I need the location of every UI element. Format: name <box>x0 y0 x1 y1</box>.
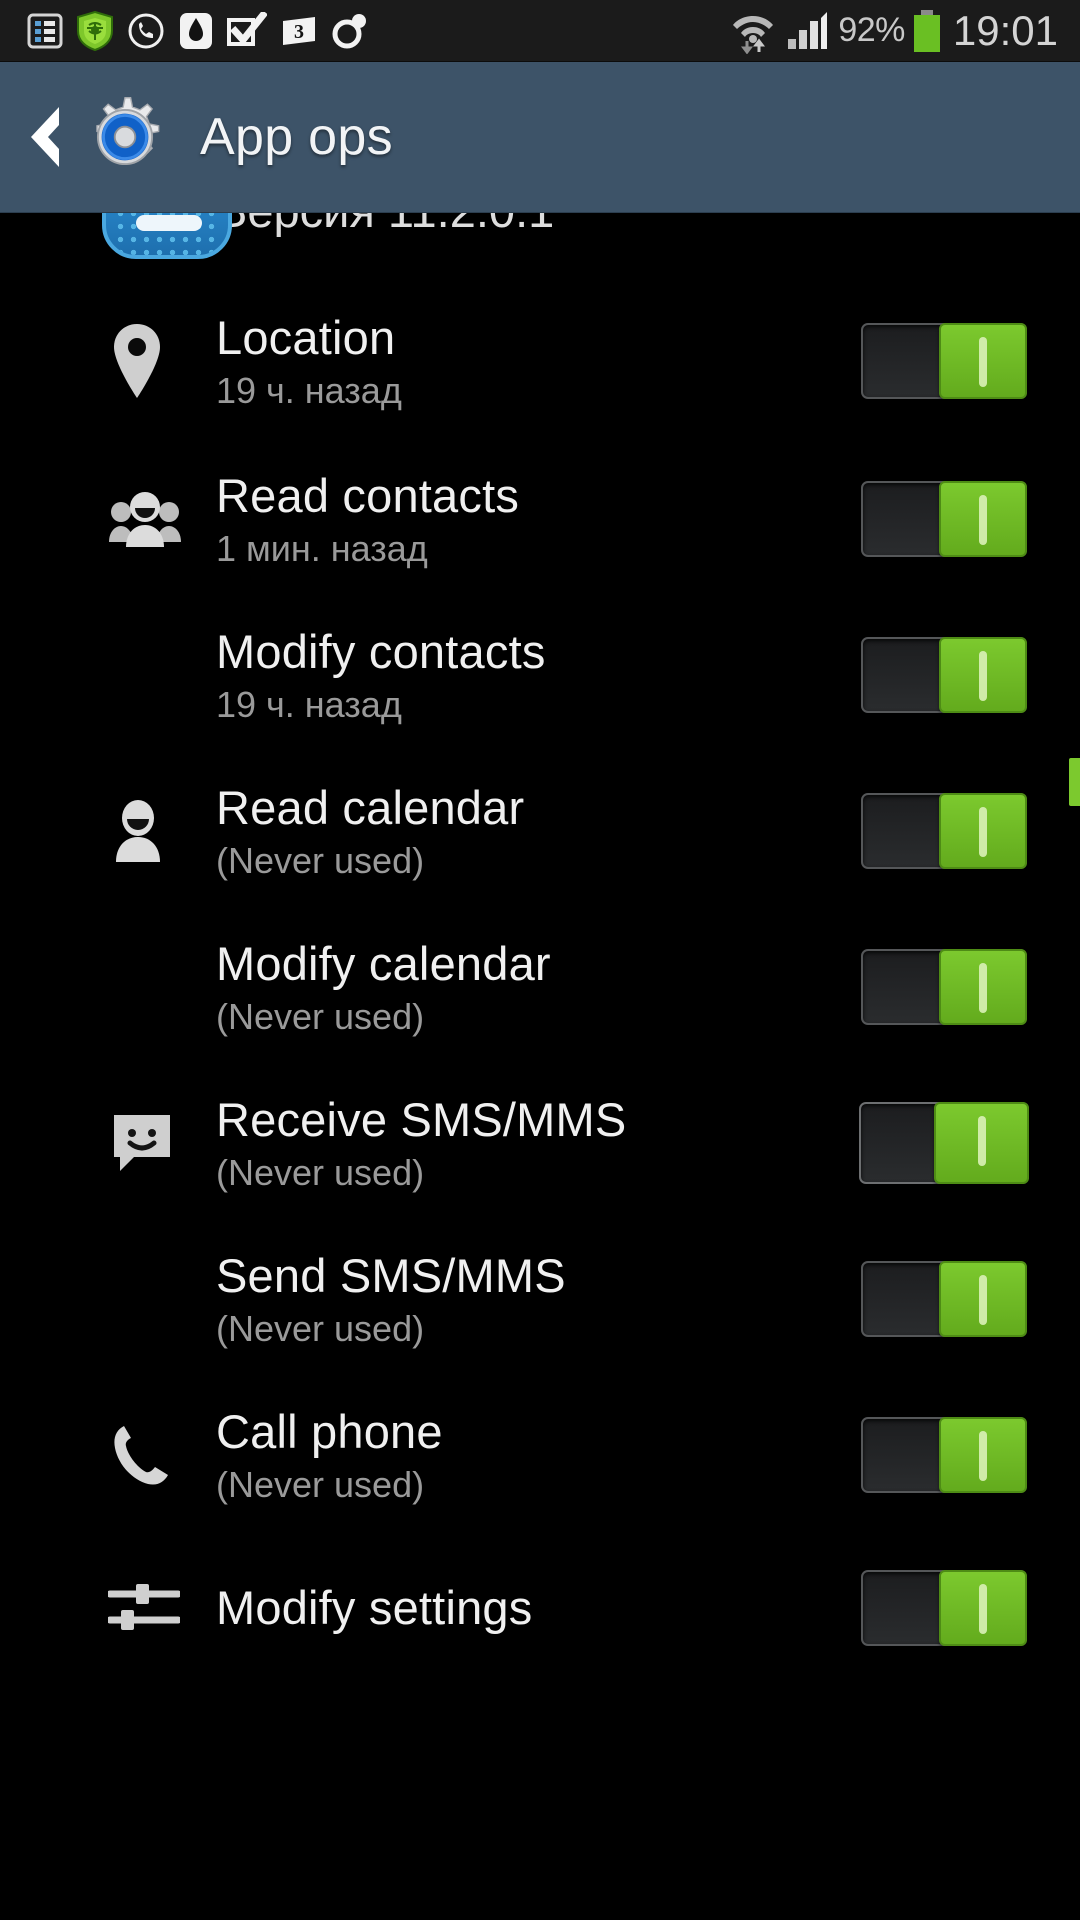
permission-title: Read calendar <box>216 780 525 834</box>
status-indicators: 92% 19:01 <box>730 7 1080 55</box>
app-version-row: Версия 11.2.0.1 <box>0 213 1080 281</box>
permission-subtitle: (Never used) <box>216 1307 425 1349</box>
permission-title: Modify settings <box>216 1580 533 1634</box>
drweb-shield-icon <box>77 10 113 51</box>
permission-row-send-sms[interactable]: Send SMS/MMS (Never used) <box>0 1221 1080 1377</box>
permission-toggle[interactable] <box>861 1417 1027 1493</box>
list-icon <box>27 13 63 48</box>
back-button[interactable] <box>0 62 86 212</box>
permission-toggle[interactable] <box>859 1102 1029 1184</box>
phone-circle-icon <box>128 13 164 48</box>
contacts-group-icon <box>108 488 216 550</box>
permission-toggle[interactable] <box>861 949 1027 1025</box>
person-icon <box>108 798 216 864</box>
status-clock: 19:01 <box>952 6 1058 54</box>
permission-title: Send SMS/MMS <box>216 1248 566 1302</box>
notification-icons: 3 <box>0 10 730 51</box>
permission-subtitle: 19 ч. назад <box>216 683 402 725</box>
permission-toggle[interactable] <box>861 481 1027 557</box>
sliders-icon <box>108 1580 216 1636</box>
permission-title: Modify calendar <box>216 936 551 990</box>
permission-row-modify-settings[interactable]: Modify settings <box>0 1533 1080 1683</box>
permission-toggle[interactable] <box>861 323 1027 399</box>
permission-subtitle: (Never used) <box>216 995 425 1037</box>
permission-title: Call phone <box>216 1404 443 1458</box>
permission-toggle[interactable] <box>861 1261 1027 1337</box>
permission-subtitle: 1 мин. назад <box>216 527 428 569</box>
permission-row-read-calendar[interactable]: Read calendar (Never used) <box>0 753 1080 909</box>
permission-title: Receive SMS/MMS <box>216 1092 627 1146</box>
permission-list[interactable]: Версия 11.2.0.1 Location 19 ч. назад <box>0 213 1080 1920</box>
signal-bars-icon <box>788 11 828 49</box>
permission-subtitle: 19 ч. назад <box>216 369 402 411</box>
permission-title: Location <box>216 310 396 364</box>
permission-toggle[interactable] <box>861 637 1027 713</box>
location-pin-icon <box>108 322 216 400</box>
sms-bubble-icon <box>108 1109 216 1177</box>
phone-handset-icon <box>108 1420 216 1490</box>
droplet-icon <box>180 12 212 49</box>
permission-row-location[interactable]: Location 19 ч. назад <box>0 281 1080 441</box>
permission-subtitle: (Never used) <box>216 1151 425 1193</box>
scrollbar[interactable] <box>1069 758 1080 806</box>
checkbox-checked-icon <box>227 11 267 46</box>
app-version-label: Версия 11.2.0.1 <box>216 213 554 237</box>
permission-subtitle: (Never used) <box>216 839 425 881</box>
permission-row-read-contacts[interactable]: Read contacts 1 мин. назад <box>0 441 1080 597</box>
svg-text:3: 3 <box>294 21 304 43</box>
status-bar: 3 92% 19:01 <box>0 0 1080 62</box>
permission-toggle[interactable] <box>861 1570 1027 1646</box>
permission-row-modify-calendar[interactable]: Modify calendar (Never used) <box>0 909 1080 1065</box>
permission-subtitle: (Never used) <box>216 1463 425 1505</box>
permission-row-call-phone[interactable]: Call phone (Never used) <box>0 1377 1080 1533</box>
permission-title: Read contacts <box>216 468 520 522</box>
battery-percent: 92% <box>838 11 905 49</box>
wifi-transfer-icon <box>733 15 774 54</box>
permission-title: Modify contacts <box>216 624 546 678</box>
permission-row-receive-sms[interactable]: Receive SMS/MMS (Never used) <box>0 1065 1080 1221</box>
action-bar: App ops <box>0 62 1080 213</box>
circles-icon <box>332 13 366 48</box>
battery-icon <box>913 9 940 52</box>
permission-toggle[interactable] <box>861 793 1027 869</box>
three-badge-icon: 3 <box>283 16 315 45</box>
permission-row-modify-contacts[interactable]: Modify contacts 19 ч. назад <box>0 597 1080 753</box>
settings-gear-icon <box>82 94 168 180</box>
page-title: App ops <box>200 108 393 166</box>
back-chevron-icon <box>31 107 59 167</box>
